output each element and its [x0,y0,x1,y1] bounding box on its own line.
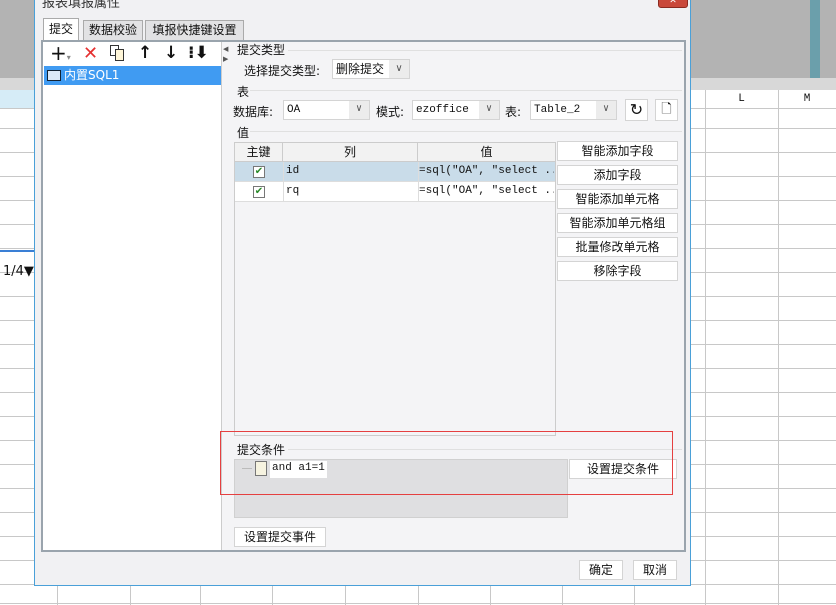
smart-add-cell-button[interactable]: 智能添加单元格 [557,189,678,209]
sql-icon [47,70,61,81]
primary-key-checkbox[interactable]: ✔ [253,166,265,178]
chevron-down-icon: ∨ [596,101,616,119]
header-value: 值 [480,145,493,159]
add-icon[interactable]: +▾ [50,42,71,69]
copy-icon[interactable] [110,45,125,61]
remove-field-button[interactable]: 移除字段 [557,261,678,281]
chevron-down-icon: ∨ [389,60,409,78]
table-select[interactable]: Table_2 ∨ [530,100,617,120]
submit-list-pane [43,42,222,550]
chevron-down-icon: ∨ [349,101,369,119]
schema-label: 模式: [376,105,405,119]
section-table: 表 [237,85,250,99]
database-select[interactable]: OA ∨ [283,100,370,120]
move-down-icon[interactable]: ↓ [164,43,178,63]
tab-submit[interactable]: 提交 [43,18,79,41]
value-cell[interactable]: =sql("OA", "select ... [419,185,554,197]
sheet-corner [0,90,35,108]
section-values: 值 [237,126,250,140]
column-cell[interactable]: id [286,165,299,177]
set-event-button[interactable]: 设置提交事件 [234,527,326,547]
primary-key-checkbox[interactable]: ✔ [253,186,265,198]
highlight-box [220,431,673,495]
file-search-icon: 🗋 [661,102,672,117]
header-column: 列 [283,143,418,161]
preview-button[interactable]: 🗋 [655,99,678,121]
batch-edit-cells-button[interactable]: 批量修改单元格 [557,237,678,257]
column-header-l[interactable]: L [705,93,778,105]
tab-shortcuts[interactable]: 填报快捷键设置 [145,20,244,41]
table-label: 表: [505,105,522,119]
move-bottom-icon[interactable]: ⁝⬇ [188,43,209,63]
schema-select[interactable]: ezoffice ∨ [412,100,500,120]
add-field-button[interactable]: 添加字段 [557,165,678,185]
ok-button[interactable]: 确定 [579,560,623,580]
sheet-accent-strip [810,0,820,78]
tab-validation[interactable]: 数据校验 [83,20,143,41]
table-header: 主键 列 值 [235,143,555,162]
smart-add-field-button[interactable]: 智能添加字段 [557,141,678,161]
move-up-icon[interactable]: ↑ [138,43,152,63]
column-header-m[interactable]: M [778,93,836,105]
submit-type-label: 选择提交类型: [244,64,321,78]
value-cell[interactable]: =sql("OA", "select ... [419,165,554,177]
database-label: 数据库: [233,105,274,119]
chevron-down-icon: ∨ [479,101,499,119]
refresh-button[interactable]: ↻ [625,99,648,121]
splitter-handle[interactable]: ◀ ▶ [223,44,228,64]
dialog-title: 报表填报属性 [42,0,121,11]
header-key: 主键 [235,143,283,161]
refresh-icon: ↻ [629,100,644,119]
list-item[interactable]: 内置SQL1 [44,66,221,85]
submit-type-select[interactable]: 删除提交 ∨ [332,59,410,79]
delete-icon[interactable]: ✕ [83,44,98,64]
page-indicator[interactable]: 1/4▼ [3,264,34,279]
section-submit-type: 提交类型 [237,43,286,57]
close-button[interactable]: ✕ [658,0,688,8]
column-cell[interactable]: rq [286,185,299,197]
cancel-button[interactable]: 取消 [633,560,677,580]
smart-add-cell-group-button[interactable]: 智能添加单元格组 [557,213,678,233]
